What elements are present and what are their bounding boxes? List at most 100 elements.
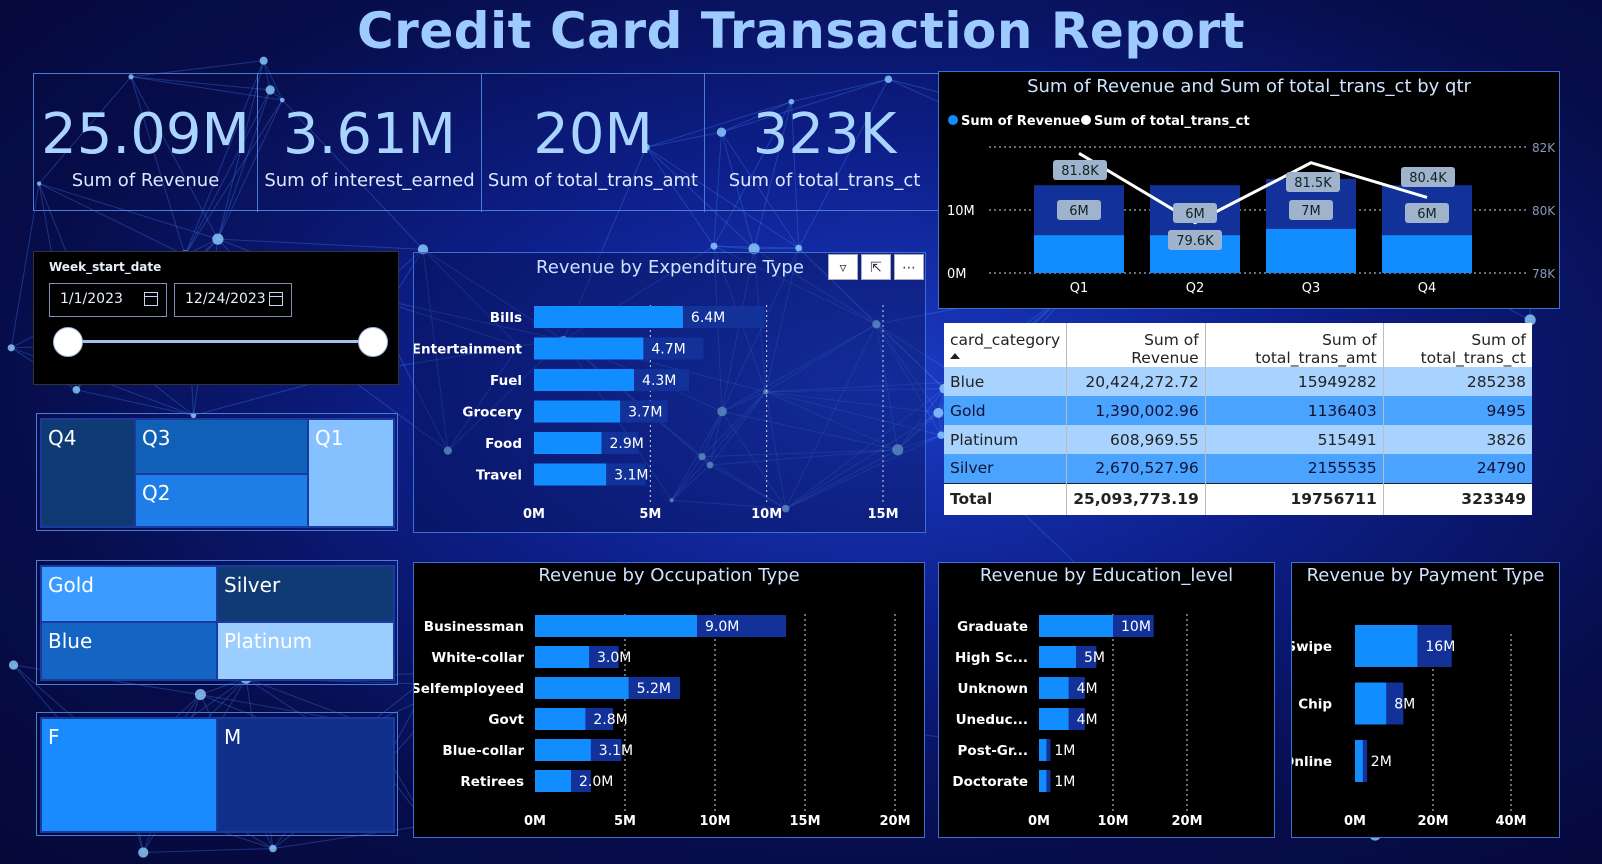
y-tick-label: 0M bbox=[947, 267, 967, 282]
y-tick-label: 10M bbox=[947, 204, 975, 219]
x-tick-label: 15M bbox=[789, 814, 820, 829]
category-label: Businessman bbox=[424, 619, 524, 635]
x-tick-label: 0M bbox=[523, 507, 545, 522]
legend-marker bbox=[948, 115, 958, 125]
kpi-card-interest[interactable]: 3.61M Sum of interest_earned bbox=[258, 74, 482, 212]
x-tick-label: 0M bbox=[524, 814, 546, 829]
category-label: Selfemployeed bbox=[414, 681, 524, 697]
calendar-icon[interactable] bbox=[269, 292, 283, 306]
treemap-tile[interactable]: Q2 bbox=[134, 473, 309, 528]
table-cell: 515491 bbox=[1205, 425, 1384, 454]
category-label: Online bbox=[1292, 754, 1332, 770]
x-tick-label: 20M bbox=[1417, 814, 1448, 829]
data-label: 6M bbox=[1185, 207, 1205, 222]
legend-marker bbox=[1081, 115, 1091, 125]
table-cell: 19756711 bbox=[1205, 482, 1384, 515]
x-tick-label: 10M bbox=[751, 507, 782, 522]
table-cell: 1,390,002.96 bbox=[1066, 396, 1206, 425]
network-node bbox=[269, 844, 277, 853]
treemap-tile[interactable]: Q3 bbox=[134, 418, 309, 475]
legend-label: Sum of Revenue bbox=[961, 114, 1080, 129]
chart-occupation-type[interactable]: Revenue by Occupation Type 0M 5M 10M 15M 20M… bbox=[413, 562, 925, 838]
column-header[interactable]: Sum of total_trans_amt bbox=[1205, 323, 1384, 367]
series-line bbox=[1078, 152, 1428, 225]
slider-track[interactable] bbox=[68, 340, 373, 343]
card-category-table[interactable]: card_category Sum of Revenue Sum of tota… bbox=[944, 323, 1532, 515]
bar bbox=[1039, 739, 1047, 761]
table-total-row: Total 25,093,773.19 19756711 323349 bbox=[944, 482, 1532, 515]
table-row[interactable]: Platinum 608,969.55 515491 3826 bbox=[944, 425, 1532, 454]
treemap-tile[interactable]: M bbox=[216, 717, 395, 833]
table-cell: 3826 bbox=[1383, 425, 1532, 454]
data-label: 79.6K bbox=[1176, 234, 1214, 249]
treemap-tile[interactable]: Q4 bbox=[40, 418, 136, 528]
bar bbox=[1382, 235, 1472, 273]
y2-tick-label: 80K bbox=[1532, 204, 1556, 218]
data-label: 4.3M bbox=[642, 373, 676, 389]
treemap-tile[interactable]: Silver bbox=[216, 565, 395, 623]
bar bbox=[534, 337, 644, 360]
treemap-tile[interactable]: Blue bbox=[40, 621, 218, 681]
kpi-value: 3.61M bbox=[282, 102, 456, 167]
data-label: 5M bbox=[1084, 650, 1105, 666]
table-row[interactable]: Silver 2,670,527.96 2155535 24790 bbox=[944, 454, 1532, 483]
treemap-tile[interactable]: F bbox=[40, 717, 218, 833]
chart-education-level[interactable]: Revenue by Education_level 0M 10M 20M Gradu… bbox=[938, 562, 1275, 838]
chart-expenditure-type[interactable]: Revenue by Expenditure Type ▿ ⇱ ⋯ 0M 5M 10… bbox=[413, 252, 926, 533]
table-row[interactable]: Blue 20,424,272.72 15949282 285238 bbox=[944, 367, 1532, 396]
network-node bbox=[710, 242, 718, 250]
slider-handle-start[interactable] bbox=[53, 327, 83, 357]
chart-revenue-by-qtr[interactable]: Sum of Revenue and Sum of total_trans_ct… bbox=[938, 71, 1560, 309]
table-cell: 2155535 bbox=[1205, 454, 1384, 483]
kpi-card-revenue[interactable]: 25.09M Sum of Revenue bbox=[34, 74, 258, 212]
kpi-value: 323K bbox=[752, 102, 897, 167]
treemap-tile[interactable]: Q1 bbox=[307, 418, 395, 528]
bar bbox=[535, 739, 591, 761]
category-label: Swipe bbox=[1292, 639, 1332, 655]
data-label: 2M bbox=[1371, 754, 1392, 770]
x-tick-label: 40M bbox=[1495, 814, 1526, 829]
table-row[interactable]: Gold 1,390,002.96 1136403 9495 bbox=[944, 396, 1532, 425]
data-label: 10M bbox=[1121, 619, 1151, 635]
category-label: Graduate bbox=[957, 619, 1028, 635]
kpi-card-trans-ct[interactable]: 323K Sum of total_trans_ct bbox=[705, 74, 944, 212]
date-slicer: Week_start_date 1/1/2023 12/24/2023 bbox=[33, 251, 399, 385]
treemap-tile[interactable]: Gold bbox=[40, 565, 218, 623]
kpi-value: 25.09M bbox=[41, 102, 250, 167]
kpi-card-trans-amt[interactable]: 20M Sum of total_trans_amt bbox=[482, 74, 705, 212]
x-tick-label: 5M bbox=[639, 507, 661, 522]
calendar-icon[interactable] bbox=[144, 292, 158, 306]
start-date-input[interactable]: 1/1/2023 bbox=[49, 283, 167, 317]
x-tick-label: 5M bbox=[614, 814, 636, 829]
column-header[interactable]: Sum of Revenue bbox=[1066, 323, 1206, 367]
slider-handle-end[interactable] bbox=[358, 327, 388, 357]
category-label: Travel bbox=[476, 468, 522, 484]
start-date-value: 1/1/2023 bbox=[60, 291, 123, 307]
table-cell: 15949282 bbox=[1205, 367, 1384, 396]
network-node bbox=[7, 344, 15, 352]
chart-payment-type[interactable]: Revenue by Payment Type 0M20M40MSwipe16M… bbox=[1291, 562, 1560, 838]
data-label: 2.8M bbox=[593, 712, 627, 728]
data-label: 2.0M bbox=[579, 774, 613, 790]
column-header[interactable]: card_category bbox=[944, 323, 1068, 367]
data-label: 1M bbox=[1054, 743, 1075, 759]
bar-chart-svg: 0M 20M 40M Swipe 16M Chip 8M Online 2M bbox=[1292, 625, 1527, 829]
data-label: 1M bbox=[1054, 774, 1075, 790]
treemap-card-category: Gold Silver Blue Platinum bbox=[36, 560, 398, 685]
x-tick-label: 0M bbox=[1028, 814, 1050, 829]
bar bbox=[1034, 235, 1124, 273]
category-label: Chip bbox=[1298, 697, 1332, 713]
table-cell: 285238 bbox=[1383, 367, 1532, 396]
sort-ascending-icon[interactable] bbox=[950, 353, 960, 359]
combo-chart-svg: Sum of Revenue Sum of total_trans_ct 0M 78K… bbox=[947, 114, 1556, 296]
column-header[interactable]: Sum of total_trans_ct bbox=[1383, 323, 1532, 367]
table-cell: Silver bbox=[944, 454, 1068, 483]
slicer-label: Week_start_date bbox=[49, 260, 162, 274]
data-label: 2.9M bbox=[609, 436, 643, 452]
category-label: Grocery bbox=[462, 405, 522, 421]
bar bbox=[535, 615, 697, 637]
table-cell: 323349 bbox=[1383, 482, 1532, 515]
end-date-input[interactable]: 12/24/2023 bbox=[174, 283, 292, 317]
data-label: 4M bbox=[1077, 712, 1098, 728]
treemap-tile[interactable]: Platinum bbox=[216, 621, 395, 681]
